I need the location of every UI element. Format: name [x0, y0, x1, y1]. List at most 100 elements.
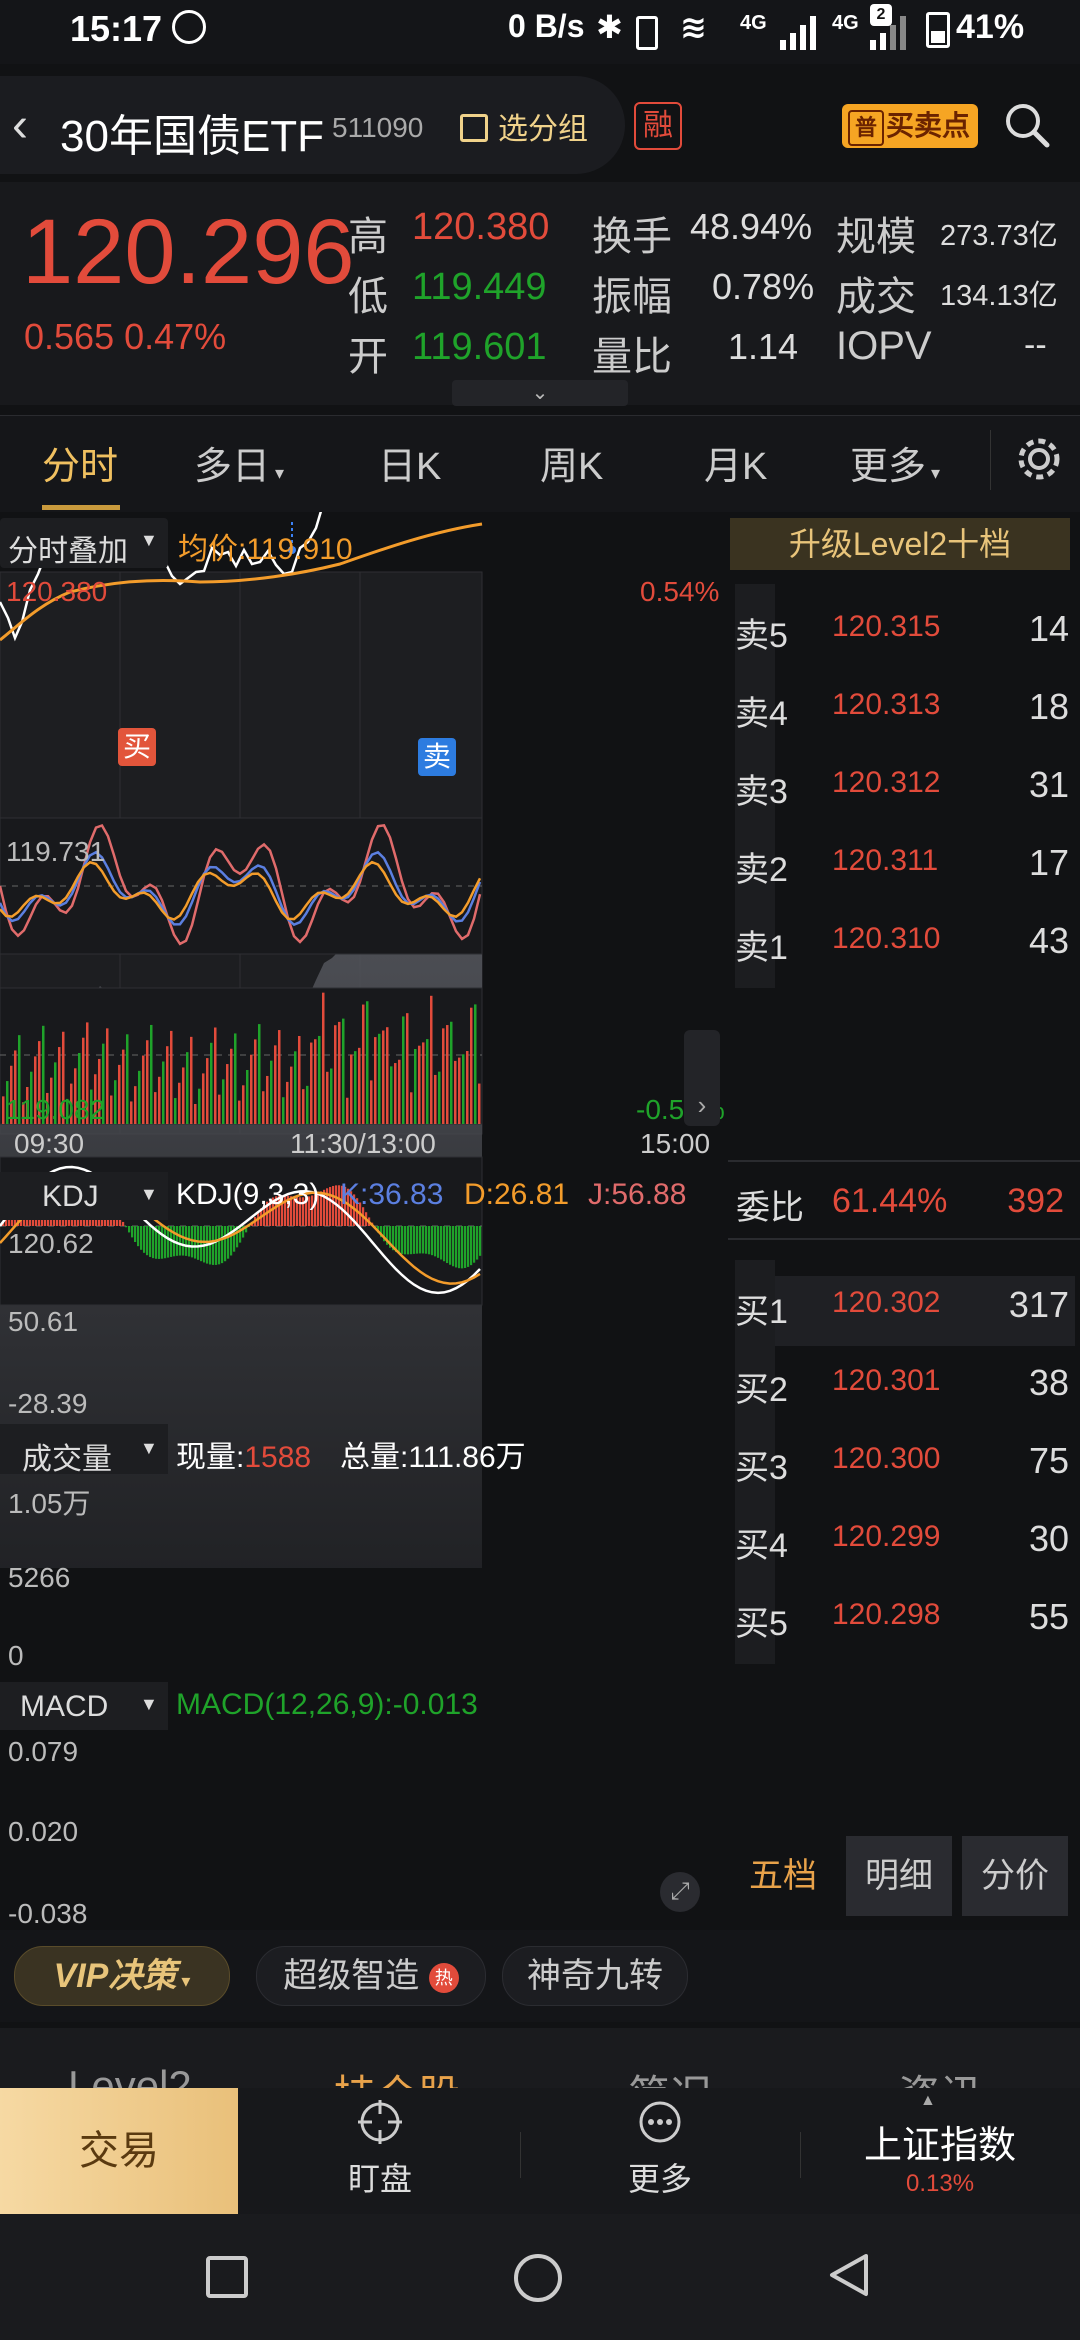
- volume-name: 成交量: [22, 1443, 112, 1476]
- macd-value: -0.013: [392, 1688, 478, 1721]
- volume-bar: [250, 1054, 253, 1124]
- tab-level2[interactable]: Level2: [68, 2062, 192, 2090]
- volume-now-value: 1588: [244, 1441, 312, 1474]
- chart-pre-close: 119.731: [6, 836, 106, 867]
- tab-more[interactable]: 更多 ▾: [850, 435, 940, 490]
- tab-profile[interactable]: 简况: [628, 2062, 712, 2090]
- upgrade-level2-button[interactable]: 升级Level2十档: [730, 518, 1070, 570]
- sell-row[interactable]: 卖5 120.315 14: [735, 584, 1075, 676]
- buy-row[interactable]: 买5 120.298 55: [735, 1572, 1075, 1664]
- tab-price-distribution[interactable]: 分价: [962, 1836, 1068, 1916]
- buy-sell-point-button[interactable]: 普买卖点: [842, 104, 978, 148]
- iopv-label: IOPV: [836, 324, 932, 368]
- super-smart-chip[interactable]: 超级智造 热: [256, 1946, 486, 2006]
- expand-quote-chevron-icon[interactable]: ⌄: [452, 380, 628, 406]
- tab-monthly-k[interactable]: 月K: [704, 435, 767, 490]
- sell-tag[interactable]: 卖: [418, 738, 456, 776]
- volume-bar: [330, 1068, 333, 1124]
- high-value: 120.380: [412, 206, 550, 248]
- magic-nine-chip[interactable]: 神奇九转: [502, 1946, 688, 2006]
- watch-button[interactable]: 盯盘: [300, 2096, 460, 2206]
- sell-row[interactable]: 卖3 120.312 31: [735, 740, 1075, 832]
- buy-side: 买5: [735, 1605, 788, 1643]
- macd-bar: [404, 1226, 407, 1255]
- macd-bar: [422, 1226, 425, 1254]
- macd-bottom: -0.038: [8, 1898, 88, 1929]
- volume-bar: [298, 1036, 301, 1124]
- sell-row[interactable]: 卖4 120.313 18: [735, 662, 1075, 754]
- chart-expand-right-icon[interactable]: ›: [684, 1030, 720, 1126]
- buy-row[interactable]: 买4 120.299 30: [735, 1494, 1075, 1586]
- tab-details[interactable]: 明细: [846, 1836, 952, 1916]
- checkbox-icon: [460, 114, 488, 142]
- macd-bar: [431, 1226, 434, 1256]
- sell-price: 120.310: [832, 922, 941, 955]
- volume-bar: [182, 1067, 185, 1124]
- macd-bar: [149, 1226, 152, 1257]
- vip-decision-label: VIP决策: [53, 1957, 177, 1995]
- macd-bar: [230, 1226, 233, 1256]
- search-icon[interactable]: [1004, 102, 1050, 148]
- volume-bar: [386, 1027, 389, 1124]
- macd-bar: [440, 1226, 443, 1260]
- trade-button[interactable]: 交易: [0, 2088, 238, 2214]
- iopv-value: --: [1024, 326, 1047, 364]
- tab-intraday[interactable]: 分时: [42, 435, 118, 490]
- buy-row[interactable]: 买3 120.300 75: [735, 1416, 1075, 1508]
- tab-weekly-k[interactable]: 周K: [540, 435, 603, 490]
- bluetooth-icon: ✱: [596, 9, 623, 45]
- tab-multiday[interactable]: 多日 ▾: [194, 435, 284, 490]
- volume-bar: [146, 1040, 149, 1124]
- buy-row[interactable]: 买2 120.301 38: [735, 1338, 1075, 1430]
- volume-bar: [114, 1080, 117, 1124]
- macd-bar: [200, 1226, 203, 1262]
- gear-icon[interactable]: [1014, 434, 1064, 484]
- volume-selector[interactable]: 成交量 ▼: [0, 1424, 168, 1476]
- buy-tag[interactable]: 买: [118, 728, 156, 766]
- buy-row[interactable]: 买1 120.302 317: [735, 1260, 1075, 1352]
- sell-price: 120.315: [832, 610, 941, 643]
- volratio-value: 1.14: [728, 326, 799, 367]
- volume-bar: [106, 1028, 109, 1124]
- select-group-button[interactable]: 选分组: [460, 104, 588, 148]
- sell-row[interactable]: 卖2 120.311 17: [735, 818, 1075, 910]
- volume-bar: [194, 1104, 197, 1124]
- volume-bar: [458, 1057, 461, 1124]
- tab-daily-k[interactable]: 日K: [378, 435, 441, 490]
- index-ticker[interactable]: ▲ 上证指数 0.13%: [840, 2092, 1040, 2206]
- x-label-open: 09:30: [14, 1128, 85, 1159]
- volume-bar: [234, 1033, 237, 1124]
- macd-mid: 0.020: [8, 1816, 79, 1847]
- overlay-selector[interactable]: 分时叠加 ▼: [0, 518, 168, 568]
- kdj-selector[interactable]: KDJ ▼: [0, 1172, 168, 1220]
- back-arrow-icon[interactable]: ‹: [12, 98, 28, 153]
- macd-bar: [467, 1226, 470, 1267]
- fullscreen-icon[interactable]: ⤢: [660, 1872, 700, 1912]
- volume-bar: [442, 1028, 445, 1124]
- margin-badge[interactable]: 融: [634, 102, 682, 150]
- select-group-label: 选分组: [498, 113, 588, 146]
- more-button[interactable]: 更多: [580, 2096, 740, 2206]
- tab-five-levels[interactable]: 五档: [730, 1836, 836, 1916]
- open-label: 开: [348, 335, 388, 379]
- volume-bar: [430, 995, 433, 1124]
- order-ratio-value: 61.44%: [832, 1182, 948, 1220]
- volume-bar: [470, 1007, 473, 1124]
- home-icon[interactable]: [514, 2254, 562, 2302]
- vip-decision-chip[interactable]: VIP决策 ▾: [14, 1946, 230, 2006]
- network-speed: 0 B/s: [508, 8, 585, 44]
- macd-bar: [449, 1226, 452, 1265]
- macd-bar: [176, 1226, 179, 1256]
- sell-row[interactable]: 卖1 120.310 43: [735, 896, 1075, 988]
- system-nav-bar: [0, 2214, 1080, 2340]
- battery-icon: [926, 12, 950, 48]
- macd-selector[interactable]: MACD ▼: [0, 1682, 168, 1730]
- volume-now: 现量:1588: [176, 1432, 311, 1476]
- volume-bar: [162, 1061, 165, 1124]
- back-icon[interactable]: [826, 2252, 870, 2298]
- tab-news[interactable]: 资讯: [898, 2062, 982, 2090]
- volume-bar: [266, 1075, 269, 1124]
- recent-apps-icon[interactable]: [206, 2256, 248, 2298]
- volume-bar: [290, 1066, 293, 1124]
- tab-holdings[interactable]: 持仓股: [334, 2062, 460, 2090]
